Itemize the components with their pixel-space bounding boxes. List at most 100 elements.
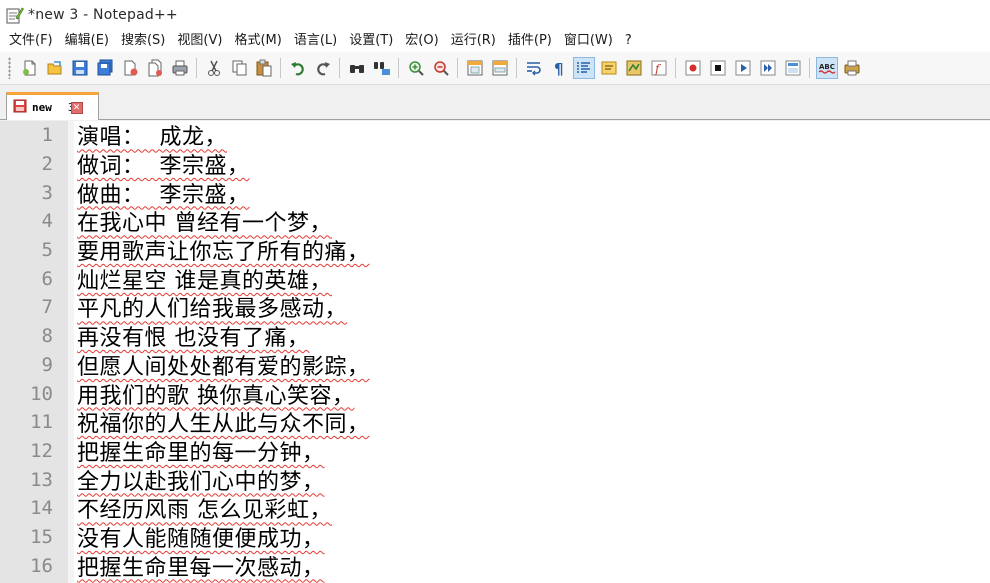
editor-line[interactable]: 4 在我心中 曾经有一个梦， <box>0 207 990 236</box>
close-tab-icon[interactable]: ✕ <box>70 101 83 114</box>
line-number: 16 <box>30 554 53 577</box>
save-icon[interactable] <box>69 57 91 79</box>
line-number: 9 <box>41 353 53 376</box>
editor-line[interactable]: 10 用我们的歌 换你真心笑容， <box>0 378 990 410</box>
line-text[interactable]: 演唱： 成龙， <box>77 121 227 151</box>
editor-line[interactable]: 3 做曲： 李宗盛， <box>0 177 990 209</box>
copy-icon[interactable] <box>228 57 250 79</box>
line-text[interactable]: 不经历风雨 怎么见彩虹， <box>77 492 332 524</box>
udl-icon[interactable] <box>598 57 620 79</box>
line-number: 2 <box>41 153 53 176</box>
line-text[interactable]: 用我们的歌 换你真心笑容， <box>77 378 355 410</box>
editor-line[interactable]: 5 要用歌声让你忘了所有的痛， <box>0 236 990 265</box>
text-editor[interactable]: 1 演唱： 成龙， 2 做词： 李宗盛， 3 做曲： 李宗盛， 4 在我心中 曾经有一个… <box>0 121 990 583</box>
spell-check-icon[interactable]: ABC <box>815 57 838 79</box>
cut-icon[interactable] <box>203 57 225 79</box>
close-icon[interactable] <box>119 57 141 79</box>
line-number: 13 <box>30 468 53 491</box>
menu-view[interactable]: 视图(V) <box>172 30 227 52</box>
editor-line[interactable]: 7 平凡的人们给我最多感动， <box>0 293 990 322</box>
toolbar: ¶ f ABC <box>0 52 990 85</box>
print-icon[interactable] <box>169 57 191 79</box>
toolbar-separator <box>196 58 197 78</box>
play-macro-icon[interactable] <box>732 57 754 79</box>
line-number: 5 <box>41 239 53 262</box>
menu-file[interactable]: 文件(F) <box>4 30 58 52</box>
toolbar-separator <box>809 58 810 78</box>
line-number: 4 <box>41 210 53 233</box>
toolbar-grip[interactable] <box>8 57 11 79</box>
toolbar-separator <box>280 58 281 78</box>
editor-line[interactable]: 2 做词： 李宗盛， <box>0 150 990 179</box>
line-text[interactable]: 再没有恨 也没有了痛， <box>77 320 310 352</box>
toolbar-separator <box>398 58 399 78</box>
editor-line[interactable]: 12 把握生命里的每一分钟， <box>0 437 990 466</box>
show-all-chars-icon[interactable]: ¶ <box>548 57 570 79</box>
save-all-icon[interactable] <box>94 57 116 79</box>
editor-lines: 1 演唱： 成龙， 2 做词： 李宗盛， 3 做曲： 李宗盛， 4 在我心中 曾经有一个… <box>0 121 990 580</box>
editor-line[interactable]: 14 不经历风雨 怎么见彩虹， <box>0 494 990 523</box>
editor-line[interactable]: 11 祝福你的人生从此与众不同， <box>0 408 990 437</box>
line-number: 1 <box>41 124 53 147</box>
run-macro-multiple-icon[interactable] <box>757 57 779 79</box>
line-text[interactable]: 把握生命里每一次感动， <box>77 550 325 582</box>
editor-line[interactable]: 15 没有人能随随便便成功， <box>0 523 990 552</box>
editor-line[interactable]: 8 再没有恨 也没有了痛， <box>0 322 990 351</box>
replace-icon[interactable] <box>371 57 393 79</box>
line-text[interactable]: 全力以赴我们心中的梦， <box>77 464 325 496</box>
line-text[interactable]: 做词： 李宗盛， <box>77 148 250 180</box>
line-text[interactable]: 祝福你的人生从此与众不同， <box>77 406 370 438</box>
paste-icon[interactable] <box>253 57 275 79</box>
line-text[interactable]: 做曲： 李宗盛， <box>77 177 250 209</box>
line-text[interactable]: 没有人能随随便便成功， <box>77 521 325 553</box>
editor-line[interactable]: 9 但愿人间处处都有爱的影踪， <box>0 351 990 380</box>
menu-macro[interactable]: 宏(O) <box>400 30 443 52</box>
line-text[interactable]: 平凡的人们给我最多感动， <box>77 291 347 323</box>
editor-line[interactable]: 16 把握生命里每一次感动， <box>0 550 990 582</box>
open-file-icon[interactable] <box>44 57 66 79</box>
editor-line[interactable]: 6 灿烂星空 谁是真的英雄， <box>0 263 990 295</box>
line-text[interactable]: 要用歌声让你忘了所有的痛， <box>77 234 370 266</box>
editor-line[interactable]: 1 演唱： 成龙， <box>0 121 990 150</box>
toolbar-separator <box>457 58 458 78</box>
document-tab-bar: new 3 ✕ <box>0 85 990 120</box>
menu-window[interactable]: 窗口(W) <box>559 30 618 52</box>
new-file-icon[interactable] <box>19 57 41 79</box>
line-number: 14 <box>30 497 53 520</box>
menu-search[interactable]: 搜索(S) <box>116 30 170 52</box>
doc-map-icon[interactable] <box>623 57 645 79</box>
menu-plugins[interactable]: 插件(P) <box>503 30 557 52</box>
sync-vertical-icon[interactable] <box>464 57 486 79</box>
menu-run[interactable]: 运行(R) <box>446 30 501 52</box>
line-text[interactable]: 在我心中 曾经有一个梦， <box>77 205 332 237</box>
toolbar-separator <box>516 58 517 78</box>
find-icon[interactable] <box>346 57 368 79</box>
line-number: 15 <box>30 525 53 548</box>
line-text[interactable]: 灿烂星空 谁是真的英雄， <box>77 263 332 295</box>
menu-help[interactable]: ? <box>620 30 637 52</box>
sync-horizontal-icon[interactable] <box>489 57 511 79</box>
print-preview-icon[interactable] <box>841 57 863 79</box>
close-all-icon[interactable] <box>144 57 166 79</box>
stop-record-icon[interactable] <box>707 57 729 79</box>
redo-icon[interactable] <box>312 57 334 79</box>
zoom-in-icon[interactable] <box>405 57 427 79</box>
menu-bar: 文件(F) 编辑(E) 搜索(S) 视图(V) 格式(M) 语言(L) 设置(T… <box>0 30 990 52</box>
line-text[interactable]: 把握生命里的每一分钟， <box>77 435 325 467</box>
indent-guide-icon[interactable] <box>572 57 595 79</box>
record-macro-icon[interactable] <box>682 57 704 79</box>
menu-format[interactable]: 格式(M) <box>229 30 286 52</box>
menu-edit[interactable]: 编辑(E) <box>60 30 114 52</box>
save-macro-icon[interactable] <box>782 57 804 79</box>
menu-language[interactable]: 语言(L) <box>289 30 342 52</box>
function-list-icon[interactable]: f <box>648 57 670 79</box>
undo-icon[interactable] <box>287 57 309 79</box>
editor-line[interactable]: 13 全力以赴我们心中的梦， <box>0 464 990 496</box>
line-text[interactable]: 但愿人间处处都有爱的影踪， <box>77 349 370 381</box>
zoom-out-icon[interactable] <box>430 57 452 79</box>
tab-new-3[interactable]: new 3 ✕ <box>6 92 99 120</box>
menu-settings[interactable]: 设置(T) <box>344 30 398 52</box>
line-number: 11 <box>30 411 53 434</box>
line-number: 6 <box>41 267 53 290</box>
word-wrap-icon[interactable] <box>523 57 545 79</box>
